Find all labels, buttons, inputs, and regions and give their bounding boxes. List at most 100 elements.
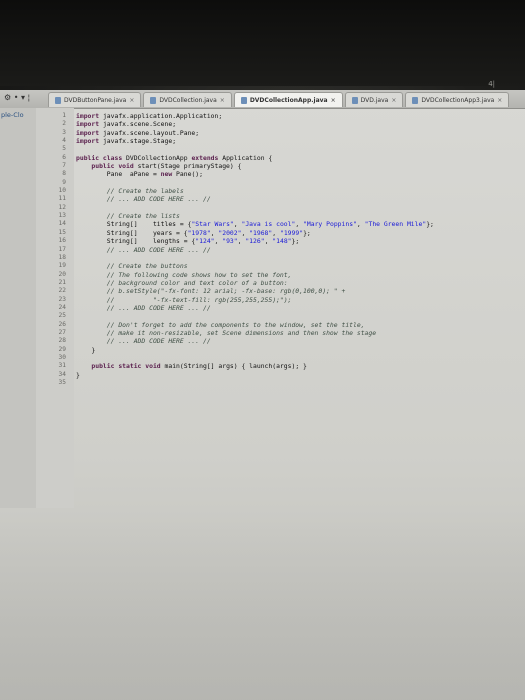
code-token: "1978" <box>187 228 211 237</box>
code-token: }; <box>291 237 300 246</box>
editor-tab[interactable]: DVDCollectionApp3.java × <box>405 92 510 107</box>
line-number: 16 <box>58 237 66 245</box>
code-line[interactable] <box>76 379 516 387</box>
editor-tab[interactable]: DVDCollection.java × <box>143 92 232 107</box>
line-number: 2 <box>62 120 66 128</box>
close-icon[interactable]: × <box>497 97 502 104</box>
editor-tab[interactable]: DVDCollectionApp.java × <box>233 92 343 107</box>
code-token: public void <box>91 162 134 171</box>
close-icon[interactable]: × <box>331 97 336 104</box>
line-number: 11 <box>58 195 66 203</box>
project-explorer-label[interactable]: ple-Clo <box>1 111 24 119</box>
code-token: // Create the lists <box>76 212 180 221</box>
code-line[interactable]: // Create the buttons <box>76 262 516 270</box>
ide-screen: ⚙ • ▾ ¦ DVDButtonPane.java × DVDCollection… <box>0 90 525 700</box>
java-file-icon <box>150 96 157 104</box>
code-token: extends <box>191 153 219 162</box>
code-line[interactable]: // ... ADD CODE HERE ... // <box>76 337 516 345</box>
editor-tab[interactable]: DVDButtonPane.java × <box>48 92 142 107</box>
project-explorer-panel[interactable]: ple-Clo <box>0 108 37 508</box>
toolbar-icon-0[interactable]: ⚙ <box>4 93 14 102</box>
code-token: // Don't forget to add the components to… <box>76 320 365 329</box>
code-line[interactable]: } <box>76 346 516 354</box>
close-icon[interactable]: × <box>391 97 396 104</box>
code-token: Pane(); <box>172 170 203 179</box>
java-file-icon <box>351 96 358 104</box>
code-line[interactable]: public void start(Stage primaryStage) { <box>76 162 516 170</box>
line-number: 19 <box>58 262 66 270</box>
toolbar-icons[interactable]: ⚙ • ▾ ¦ <box>4 93 30 102</box>
code-line[interactable]: import javafx.scene.Scene; <box>76 120 516 128</box>
code-token: // ... ADD CODE HERE ... // <box>76 337 211 346</box>
code-line[interactable]: // Create the labels <box>76 187 516 195</box>
close-icon[interactable]: × <box>129 97 134 104</box>
code-token: "The Green Mile" <box>364 220 427 229</box>
code-line[interactable]: public static void main(String[] args) {… <box>76 362 516 370</box>
code-line[interactable]: public class DVDCollectionApp extends Ap… <box>76 154 516 162</box>
line-number: 5 <box>62 145 66 153</box>
code-token: Application { <box>218 153 273 162</box>
code-line[interactable]: import javafx.application.Application; <box>76 112 516 120</box>
code-line[interactable]: // ... ADD CODE HERE ... // <box>76 195 516 203</box>
code-line[interactable]: String[] titles = {"Star Wars", "Java is… <box>76 220 516 228</box>
line-number: 20 <box>58 270 66 278</box>
code-token: "1999" <box>279 228 304 237</box>
code-line[interactable]: // Create the lists <box>76 212 516 220</box>
line-number: 34 <box>58 370 66 378</box>
code-line[interactable]: } <box>76 371 516 379</box>
code-token: // make it non-resizable, set Scene dime… <box>76 328 377 337</box>
code-line[interactable] <box>76 179 516 187</box>
line-numbers: 1 2 3 4 5 6 7 8 9 10 11 12 13 14 15 16 17 18 19 20 21 22 23 24 2… <box>36 112 66 387</box>
code-token: Pane aPane = <box>76 170 161 179</box>
code-line[interactable]: import javafx.stage.Stage; <box>76 137 516 145</box>
code-token: } <box>76 370 80 379</box>
code-line[interactable] <box>76 145 516 153</box>
line-number: 6 <box>62 153 66 161</box>
code-line[interactable] <box>76 204 516 212</box>
code-token: // "-fx-text-fill: rgb(255,255,255);"); <box>76 295 292 304</box>
editor-tab-label: DVDCollectionApp3.java <box>421 96 495 104</box>
code-token: import <box>76 128 100 137</box>
code-line[interactable]: // ... ADD CODE HERE ... // <box>76 304 516 312</box>
code-line[interactable]: Pane aPane = new Pane(); <box>76 170 516 178</box>
line-number: 31 <box>58 362 66 370</box>
line-number: 30 <box>58 353 66 361</box>
code-line[interactable]: // b.setStyle("-fx-font: 12 arial; -fx-b… <box>76 287 516 295</box>
code-token: String[] lengths = { <box>76 237 196 246</box>
code-token: start(Stage primaryStage) { <box>133 162 242 171</box>
code-line[interactable] <box>76 354 516 362</box>
line-number: 1 <box>62 112 66 119</box>
code-line[interactable]: // background color and text color of a … <box>76 279 516 287</box>
code-line[interactable] <box>76 312 516 320</box>
monitor-bezel <box>0 0 525 86</box>
editor-tab[interactable]: DVD.java × <box>344 92 404 107</box>
code-line[interactable]: String[] lengths = {"124", "93", "126", … <box>76 237 516 245</box>
line-number: 27 <box>58 328 66 336</box>
code-editor[interactable]: import javafx.application.Application; im… <box>76 112 516 387</box>
code-token: "1968" <box>249 228 273 237</box>
toolbar-icon-1[interactable]: • <box>14 93 21 102</box>
code-line[interactable]: // ... ADD CODE HERE ... // <box>76 246 516 254</box>
line-number: 14 <box>58 220 66 228</box>
editor-tabs: DVDButtonPane.java × DVDCollection.java × DV… <box>48 92 510 108</box>
code-token: main(String[] args) { launch(args); } <box>160 362 307 371</box>
code-line[interactable]: import javafx.scene.layout.Pane; <box>76 129 516 137</box>
line-number: 7 <box>62 162 66 170</box>
close-icon[interactable]: × <box>220 97 225 104</box>
code-token: "126" <box>245 237 265 246</box>
code-line[interactable]: // "-fx-text-fill: rgb(255,255,255);"); <box>76 296 516 304</box>
code-line[interactable]: // make it non-resizable, set Scene dime… <box>76 329 516 337</box>
editor-tab-label: DVDCollectionApp.java <box>249 96 328 104</box>
code-line[interactable]: String[] years = {"1978", "2002", "1968"… <box>76 229 516 237</box>
line-number: 22 <box>58 287 66 295</box>
line-number: 4 <box>62 137 66 145</box>
code-line[interactable] <box>76 254 516 262</box>
code-token: // Create the buttons <box>76 262 188 271</box>
code-line[interactable]: // Don't forget to add the components to… <box>76 321 516 329</box>
toolbar-icon-3[interactable]: ¦ <box>28 93 31 102</box>
code-line[interactable]: // The following code shows how to set t… <box>76 271 516 279</box>
editor-tab-label: DVDButtonPane.java <box>64 96 127 104</box>
line-number: 18 <box>58 253 66 261</box>
